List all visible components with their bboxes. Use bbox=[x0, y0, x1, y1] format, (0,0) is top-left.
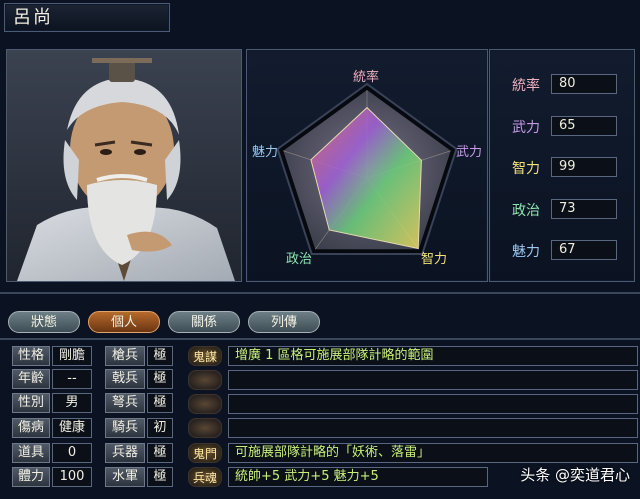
stat-label-zheng: 政治 bbox=[512, 203, 540, 219]
profile-label-stamina: 體力 bbox=[12, 467, 50, 487]
radar-label-mei: 魅力 bbox=[252, 145, 278, 160]
skill-icon-guimou[interactable]: 鬼謀 bbox=[188, 346, 222, 366]
stat-value-wu: 65 bbox=[551, 116, 617, 136]
profile-label-gender: 性別 bbox=[12, 393, 50, 413]
aptitude-value-spear: 極 bbox=[147, 346, 173, 366]
radar-label-zhi: 智力 bbox=[421, 252, 447, 267]
aptitude-label-halberd: 戟兵 bbox=[105, 369, 145, 389]
portrait-image bbox=[7, 50, 241, 281]
stats-radar-chart: 統率 武力 智力 政治 魅力 bbox=[246, 49, 488, 282]
profile-value-personality: 剛膽 bbox=[52, 346, 92, 366]
aptitude-value-halberd: 極 bbox=[147, 369, 173, 389]
tab-biography[interactable]: 列傳 bbox=[248, 311, 320, 333]
section-divider-bottom bbox=[0, 338, 640, 340]
stat-value-mei: 67 bbox=[551, 240, 617, 260]
aptitude-label-crossbow: 弩兵 bbox=[105, 393, 145, 413]
section-divider-top bbox=[0, 292, 640, 294]
profile-label-age: 年齡 bbox=[12, 369, 50, 389]
tab-personal[interactable]: 個人 bbox=[88, 311, 160, 333]
skill-desc-empty-2 bbox=[228, 394, 638, 414]
skill-icon-empty-2[interactable] bbox=[188, 394, 222, 414]
skill-icon-empty-1[interactable] bbox=[188, 370, 222, 390]
character-portrait bbox=[6, 49, 242, 282]
stat-label-mei: 魅力 bbox=[512, 244, 540, 260]
watermark-text: 头条 @奕道君心 bbox=[520, 466, 630, 484]
tab-relations[interactable]: 關係 bbox=[168, 311, 240, 333]
profile-value-stamina: 100 bbox=[52, 467, 92, 487]
stat-label-wu: 武力 bbox=[512, 120, 540, 136]
radar-label-zheng: 政治 bbox=[286, 252, 312, 267]
stat-value-tong: 80 bbox=[551, 74, 617, 94]
stat-label-tong: 統率 bbox=[512, 78, 540, 94]
profile-value-items: 0 bbox=[52, 443, 92, 463]
aptitude-label-cavalry: 騎兵 bbox=[105, 418, 145, 438]
profile-value-gender: 男 bbox=[52, 393, 92, 413]
profile-value-health: 健康 bbox=[52, 418, 92, 438]
skill-desc-guimou: 增廣 1 區格可施展部隊計略的範圍 bbox=[228, 346, 638, 366]
profile-label-health: 傷病 bbox=[12, 418, 50, 438]
radar-label-wu: 武力 bbox=[456, 145, 482, 160]
skill-desc-empty-1 bbox=[228, 370, 638, 390]
skill-icon-guimen[interactable]: 鬼門 bbox=[188, 443, 222, 463]
aptitude-value-navy: 極 bbox=[147, 467, 173, 487]
skill-icon-binghun[interactable]: 兵魂 bbox=[188, 467, 222, 487]
skill-icon-empty-3[interactable] bbox=[188, 418, 222, 438]
skill-desc-empty-3 bbox=[228, 418, 638, 438]
profile-label-personality: 性格 bbox=[12, 346, 50, 366]
aptitude-label-siege: 兵器 bbox=[105, 443, 145, 463]
radar-label-tong: 統率 bbox=[353, 69, 379, 85]
radar-svg: 統率 武力 智力 政治 魅力 bbox=[252, 69, 482, 267]
character-name: 呂尚 bbox=[4, 3, 170, 32]
stat-value-zheng: 73 bbox=[551, 199, 617, 219]
aptitude-label-navy: 水軍 bbox=[105, 467, 145, 487]
profile-label-items: 道具 bbox=[12, 443, 50, 463]
tab-status[interactable]: 狀態 bbox=[8, 311, 80, 333]
skill-desc-guimen: 可施展部隊計略的「妖術、落雷」 bbox=[228, 443, 638, 463]
aptitude-label-spear: 槍兵 bbox=[105, 346, 145, 366]
skill-desc-binghun: 統帥+5 武力+5 魅力+5 bbox=[228, 467, 488, 487]
aptitude-value-siege: 極 bbox=[147, 443, 173, 463]
stat-label-zhi: 智力 bbox=[512, 161, 540, 177]
aptitude-value-crossbow: 極 bbox=[147, 393, 173, 413]
profile-value-age: -- bbox=[52, 369, 92, 389]
aptitude-value-cavalry: 初 bbox=[147, 418, 173, 438]
stat-value-zhi: 99 bbox=[551, 157, 617, 177]
